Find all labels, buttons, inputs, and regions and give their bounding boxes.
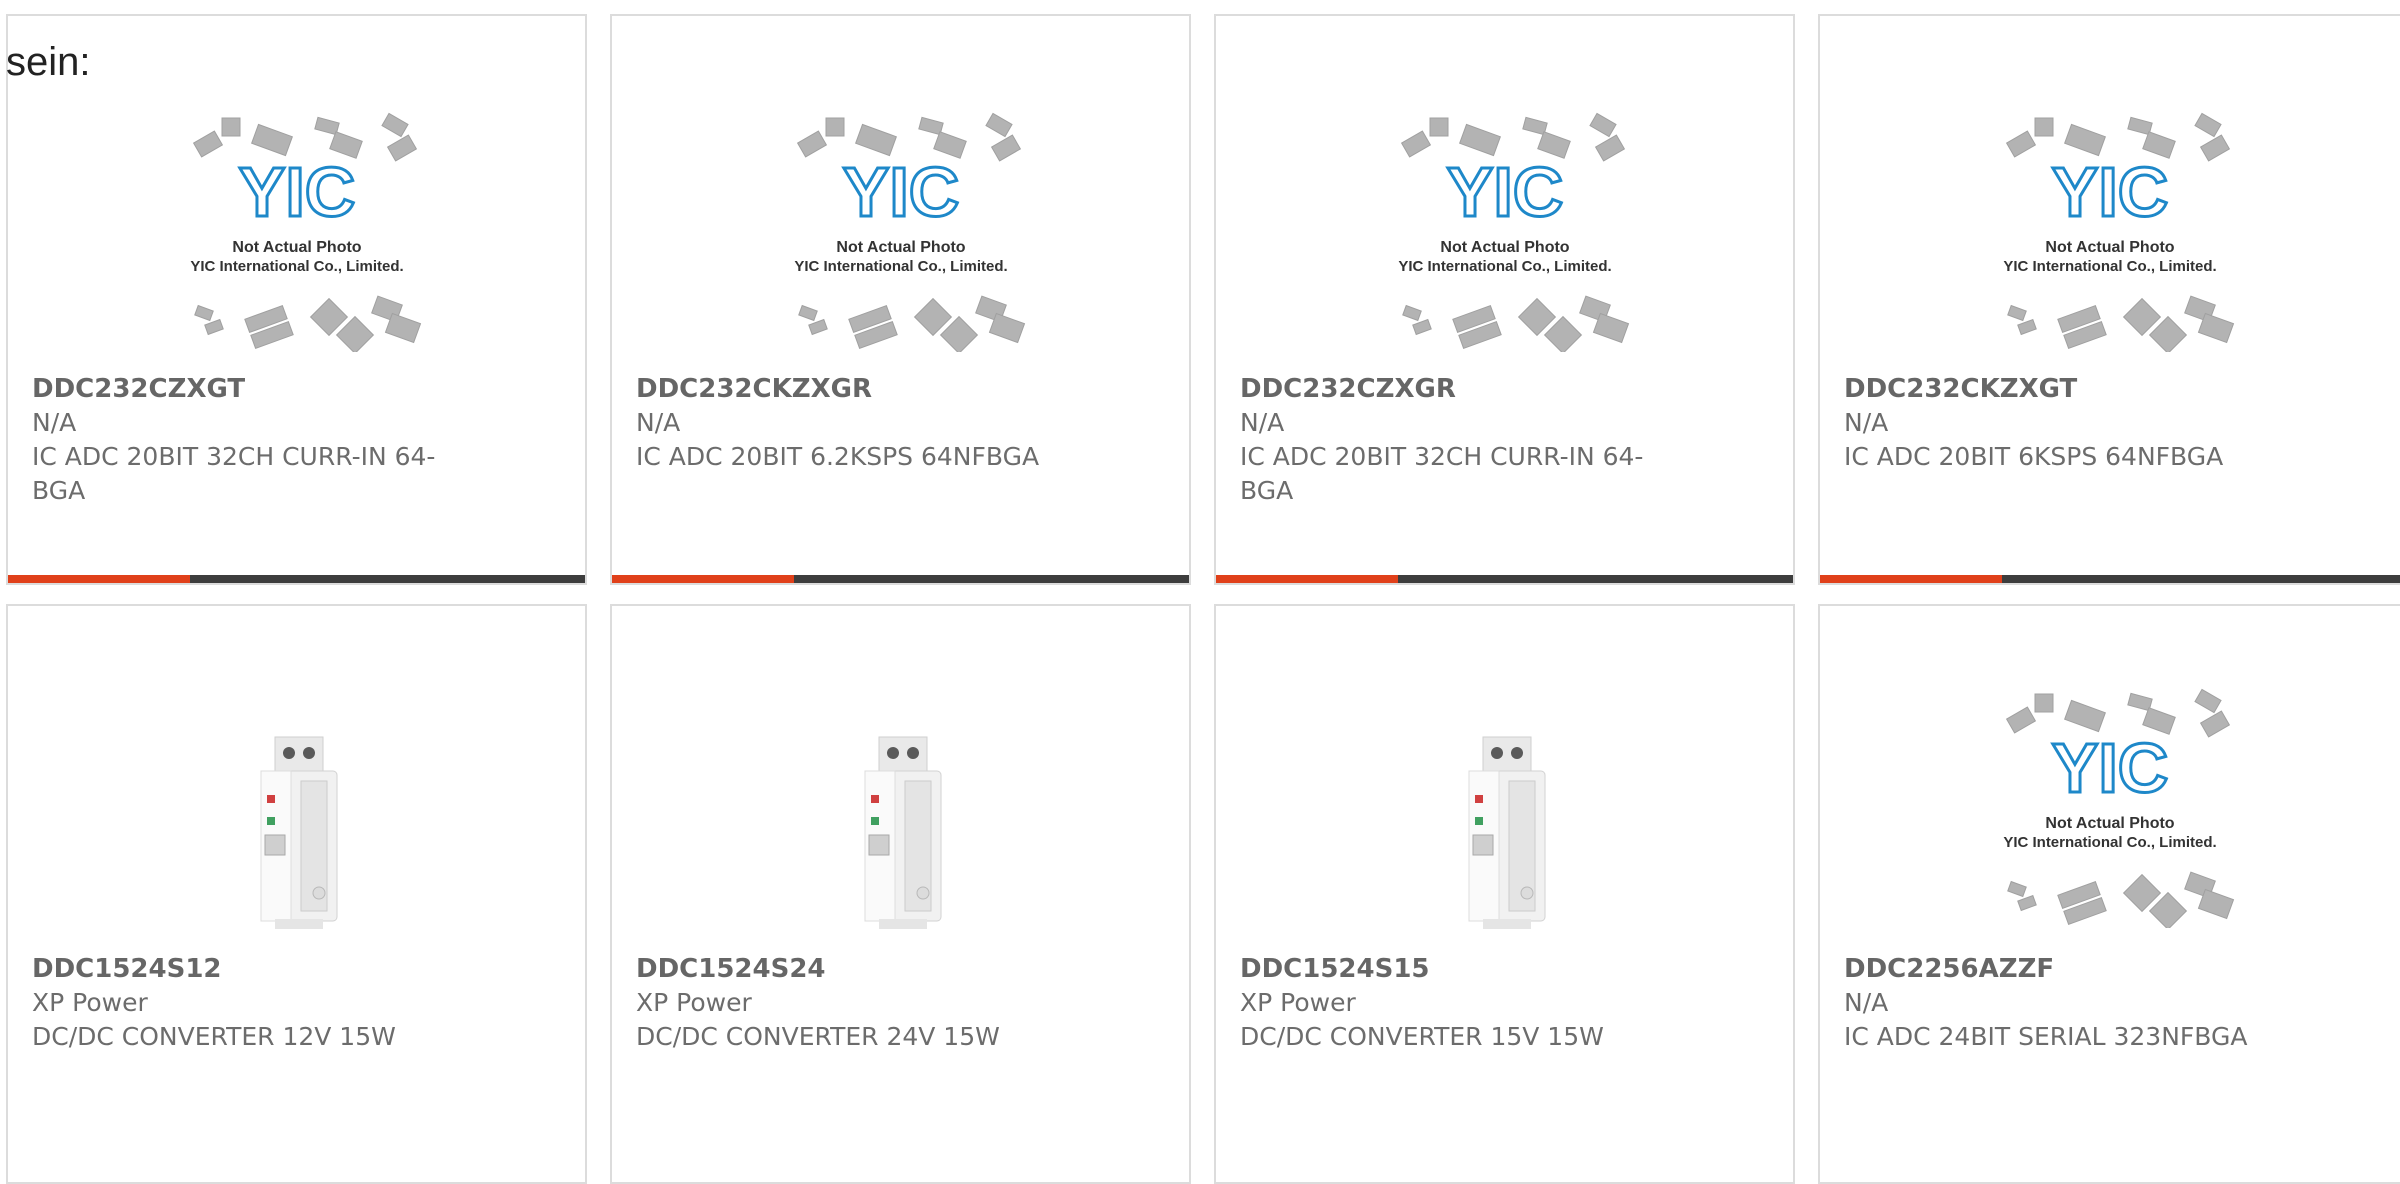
product-image[interactable]: YIC Not Actual Photo YIC International C… [8,96,585,368]
card-bar [1216,575,1793,583]
yic-logo: YIC [2052,153,2169,231]
placeholder-caption-1: Not Actual Photo [836,239,965,256]
product-card[interactable]: YIC Not Actual Photo YIC International C… [6,14,587,585]
part-number[interactable]: DDC232CZXGT [32,372,465,406]
part-number[interactable]: DDC232CZXGR [1240,372,1673,406]
part-number[interactable]: DDC232CKZXGR [636,372,1069,406]
placeholder-caption-2: YIC International Co., Limited. [1398,258,1611,275]
product-image[interactable] [612,686,1189,976]
placeholder-caption-1: Not Actual Photo [2045,239,2174,256]
yic-placeholder-image: YIC Not Actual Photo YIC International C… [190,112,421,352]
yic-placeholder-image: YIC Not Actual Photo YIC International C… [794,112,1025,352]
description: IC ADC 20BIT 32CH CURR-IN 64-BGA [32,442,436,505]
product-card[interactable]: YIC Not Actual Photo YIC International C… [610,14,1191,585]
bar-rest [1398,575,1793,583]
placeholder-caption-2: YIC International Co., Limited. [2003,258,2216,275]
part-number[interactable]: DDC232CKZXGT [1844,372,2280,406]
manufacturer: XP Power [1240,988,1356,1017]
din-rail-power-supply-image [864,736,941,929]
product-card[interactable]: YIC Not Actual Photo YIC International C… [1818,14,2400,585]
manufacturer: N/A [1844,408,1889,437]
placeholder-caption-2: YIC International Co., Limited. [190,258,403,275]
product-card[interactable]: DDC1524S15 XP Power DC/DC CONVERTER 15V … [1214,604,1795,1184]
bar-accent [8,575,190,583]
yic-logo: YIC [842,153,959,231]
part-number[interactable]: DDC2256AZZF [1844,952,2280,986]
placeholder-caption-1: Not Actual Photo [1440,239,1569,256]
placeholder-caption-2: YIC International Co., Limited. [2003,834,2216,851]
manufacturer: XP Power [32,988,148,1017]
din-rail-power-supply-image [1468,736,1545,929]
yic-logo: YIC [2052,729,2169,807]
product-image[interactable] [8,686,585,976]
product-card[interactable]: DDC1524S24 XP Power DC/DC CONVERTER 24V … [610,604,1191,1184]
product-image[interactable] [1216,686,1793,976]
manufacturer: N/A [636,408,681,437]
bar-rest [190,575,585,583]
description: IC ADC 20BIT 6KSPS 64NFBGA [1844,442,2224,471]
description: IC ADC 24BIT SERIAL 323NFBGA [1844,1022,2248,1051]
description: IC ADC 20BIT 32CH CURR-IN 64-BGA [1240,442,1644,505]
yic-logo: YIC [238,153,355,231]
manufacturer: XP Power [636,988,752,1017]
card-bar [1820,575,2400,583]
part-number[interactable]: DDC1524S24 [636,952,1069,986]
product-card[interactable]: YIC Not Actual Photo YIC International C… [1818,604,2400,1184]
product-image[interactable]: YIC Not Actual Photo YIC International C… [1820,668,2400,948]
placeholder-caption-1: Not Actual Photo [232,239,361,256]
placeholder-caption-2: YIC International Co., Limited. [794,258,1007,275]
description: DC/DC CONVERTER 15V 15W [1240,1022,1604,1051]
description: DC/DC CONVERTER 24V 15W [636,1022,1000,1051]
yic-placeholder-image: YIC Not Actual Photo YIC International C… [2003,112,2235,352]
description: IC ADC 20BIT 6.2KSPS 64NFBGA [636,442,1040,471]
yic-placeholder-image: YIC Not Actual Photo YIC International C… [1398,112,1629,352]
manufacturer: N/A [32,408,77,437]
bar-accent [612,575,794,583]
description: DC/DC CONVERTER 12V 15W [32,1022,396,1051]
yic-placeholder-image: YIC Not Actual Photo YIC International C… [2003,688,2235,928]
manufacturer: N/A [1844,988,1889,1017]
placeholder-caption-1: Not Actual Photo [2045,815,2174,832]
product-image[interactable]: YIC Not Actual Photo YIC International C… [612,96,1189,368]
bar-rest [2002,575,2400,583]
card-bar [8,575,585,583]
product-card[interactable]: DDC1524S12 XP Power DC/DC CONVERTER 12V … [6,604,587,1184]
part-number[interactable]: DDC1524S15 [1240,952,1673,986]
part-number[interactable]: DDC1524S12 [32,952,465,986]
manufacturer: N/A [1240,408,1285,437]
product-card[interactable]: YIC Not Actual Photo YIC International C… [1214,14,1795,585]
yic-logo: YIC [1446,153,1563,231]
product-image[interactable]: YIC Not Actual Photo YIC International C… [1820,96,2400,368]
din-rail-power-supply-image [260,736,337,929]
lead-text: sein: [6,40,91,84]
card-bar [612,575,1189,583]
product-image[interactable]: YIC Not Actual Photo YIC International C… [1216,96,1793,368]
bar-accent [1216,575,1398,583]
bar-accent [1820,575,2002,583]
bar-rest [794,575,1189,583]
